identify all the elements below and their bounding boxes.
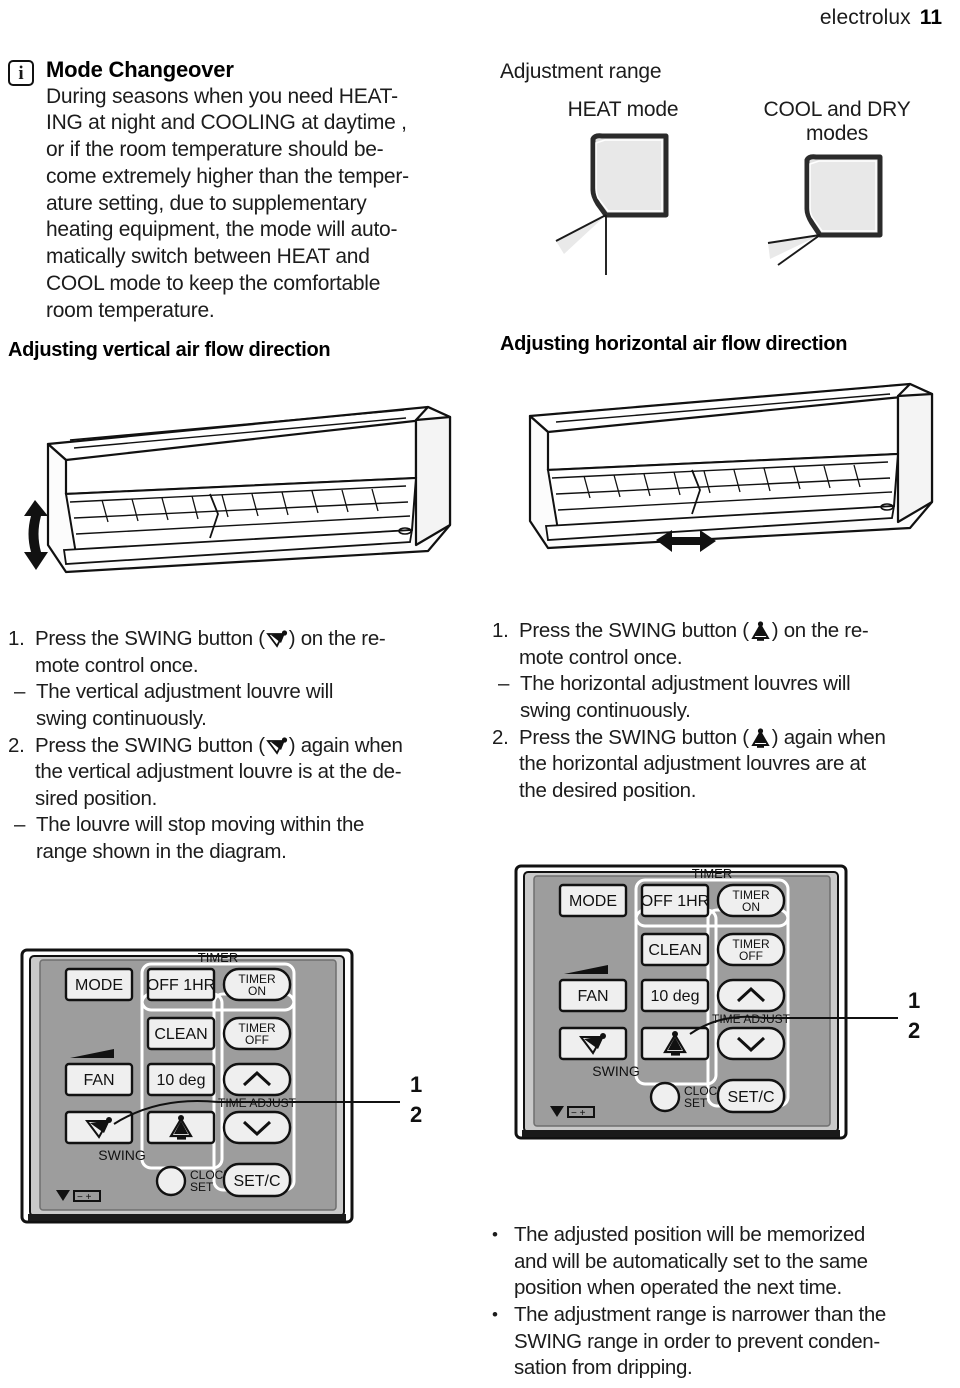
- step-number: 1.: [492, 619, 509, 642]
- step-sub-text: The louvre will stop moving within the r…: [36, 813, 365, 864]
- page-header: electrolux 11: [820, 6, 942, 30]
- step-sub-item: – The vertical adjustment louvre will sw…: [8, 679, 478, 732]
- step-text-before: Press the SWING button (: [519, 619, 749, 642]
- horizontal-swing-icon: [751, 621, 770, 641]
- louvre-heat-figure: [555, 133, 669, 276]
- remote-clock-set-label-line2: SET: [684, 1096, 708, 1110]
- remote-swing-label: SWING: [592, 1063, 639, 1079]
- heading-adjusting-horizontal-air-flow: Adjusting horizontal air flow direction: [500, 333, 848, 355]
- step-number: 2.: [492, 725, 509, 749]
- bullet-item: • The adjusted position will be memorize…: [492, 1222, 960, 1302]
- step-sub-text: The vertical adjustment louvre will swin…: [36, 680, 334, 730]
- remote-callout-2: 2: [908, 1018, 920, 1043]
- step-sub-item: – The horizontal adjustment louvres will…: [492, 671, 960, 724]
- remote-button-timer-on-line2: ON: [248, 984, 266, 998]
- note-title: Mode Changeover: [46, 57, 234, 82]
- step-text-before: Press the SWING button (: [35, 627, 265, 650]
- step-sub-dash: –: [498, 672, 510, 696]
- step-item: 2. Press the SWING button ( ) again when…: [492, 725, 960, 805]
- note-body: Mode Changeover During seasons when you …: [46, 57, 454, 325]
- horizontal-swing-icon: [751, 727, 770, 748]
- heading-adjusting-vertical-air-flow: Adjusting vertical air flow direction: [8, 339, 331, 361]
- remote-button-clean: CLEAN: [648, 942, 701, 959]
- remote-button-10-deg: 10 deg: [157, 1072, 206, 1089]
- step-text: Press the SWING button ( ) again when th…: [519, 725, 960, 805]
- bullet-notes: • The adjusted position will be memorize…: [492, 1222, 960, 1382]
- remote-control-horizontal-swing: TIMER MODE OFF 1HR TIMER ON CLEAN TIMER …: [514, 864, 920, 1140]
- remote-button-timer-on-line2: ON: [742, 900, 760, 914]
- info-icon: i: [8, 60, 34, 86]
- louvre-cool-figure: [767, 154, 883, 266]
- svg-text:− +: − +: [571, 1108, 586, 1119]
- bullet-text: The adjusted position will be memorized …: [514, 1223, 868, 1300]
- remote-callout-1: 1: [410, 1072, 422, 1097]
- step-text-before: Press the SWING button (: [519, 725, 749, 749]
- remote-button-off-1hr: OFF 1HR: [641, 893, 709, 910]
- remote-timer-group-label: TIMER: [198, 950, 238, 965]
- remote-control-vertical-swing: TIMER MODE OFF 1HR TIMER ON CLEAN TIMER …: [20, 948, 422, 1224]
- remote-clock-set-knob: [155, 1165, 187, 1197]
- remote-button-timer-off-line2: OFF: [739, 949, 763, 963]
- bullet-dot: •: [492, 1225, 498, 1244]
- adjustment-range-cool: COOL and DRY modes: [742, 98, 932, 287]
- up-down-arrow-icon: [24, 500, 48, 570]
- remote-button-set-c: SET/C: [233, 1173, 280, 1190]
- steps-vertical-air-flow: 1. Press the SWING button ( ) on the re-…: [8, 626, 478, 866]
- step-item: 1. Press the SWING button ( ) on the re-…: [492, 618, 960, 671]
- remote-swing-label: SWING: [98, 1147, 145, 1163]
- remote-callout-2: 2: [410, 1102, 422, 1127]
- bullet-text: The adjustment range is narrower than th…: [514, 1302, 886, 1380]
- remote-button-fan: FAN: [577, 988, 608, 1005]
- step-text-before: Press the SWING button (: [35, 733, 265, 757]
- remote-button-timer-off-line2: OFF: [245, 1033, 269, 1047]
- bullet-item: • The adjustment range is narrower than …: [492, 1302, 960, 1382]
- step-sub-dash: –: [14, 680, 26, 704]
- remote-button-set-c: SET/C: [727, 1089, 774, 1106]
- step-item: 2. Press the SWING button ( ) again when…: [8, 733, 478, 813]
- step-text: Press the SWING button ( ) again when th…: [35, 733, 478, 813]
- remote-button-mode: MODE: [75, 977, 123, 994]
- step-number: 2.: [8, 733, 25, 757]
- note-text: During seasons when you need HEAT- ING a…: [46, 84, 409, 322]
- air-conditioner-unit-horizontal-swing: [528, 382, 934, 552]
- steps-horizontal-air-flow: 1. Press the SWING button ( ) on the re-…: [492, 618, 960, 804]
- step-sub-text: The horizontal adjustment louvres will s…: [520, 672, 851, 722]
- step-item: 1. Press the SWING button ( ) on the re-…: [8, 626, 478, 679]
- step-text: Press the SWING button ( ) on the re- mo…: [519, 618, 960, 671]
- air-conditioner-unit-vertical-swing: [24, 405, 452, 574]
- vertical-swing-icon: [265, 630, 287, 648]
- remote-timer-group-label: TIMER: [692, 866, 732, 881]
- remote-callout-1: 1: [908, 988, 920, 1013]
- adjustment-range-label: Adjustment range: [500, 60, 662, 83]
- step-sub-item: – The louvre will stop moving within the…: [8, 812, 478, 865]
- step-text: Press the SWING button ( ) on the re- mo…: [35, 626, 478, 679]
- remote-button-clean: CLEAN: [154, 1026, 207, 1043]
- remote-button-fan: FAN: [83, 1072, 114, 1089]
- page-number: 11: [919, 6, 942, 29]
- step-number: 1.: [8, 627, 25, 650]
- adjustment-range-heat: HEAT mode: [528, 98, 718, 282]
- range-caption-cool: COOL and DRY modes: [763, 98, 911, 146]
- remote-button-off-1hr: OFF 1HR: [147, 977, 215, 994]
- remote-button-10-deg: 10 deg: [651, 988, 700, 1005]
- vertical-swing-icon: [265, 736, 287, 755]
- bullet-dot: •: [492, 1304, 498, 1324]
- step-sub-dash: –: [14, 813, 26, 837]
- remote-clock-set-knob: [649, 1081, 681, 1113]
- brand-name: electrolux: [819, 6, 911, 29]
- range-caption-heat: HEAT mode: [567, 98, 679, 121]
- remote-clock-set-label-line2: SET: [190, 1180, 214, 1194]
- mode-changeover-note: i Mode Changeover During seasons when yo…: [8, 57, 478, 325]
- remote-button-mode: MODE: [569, 893, 617, 910]
- svg-text:− +: − +: [77, 1192, 92, 1203]
